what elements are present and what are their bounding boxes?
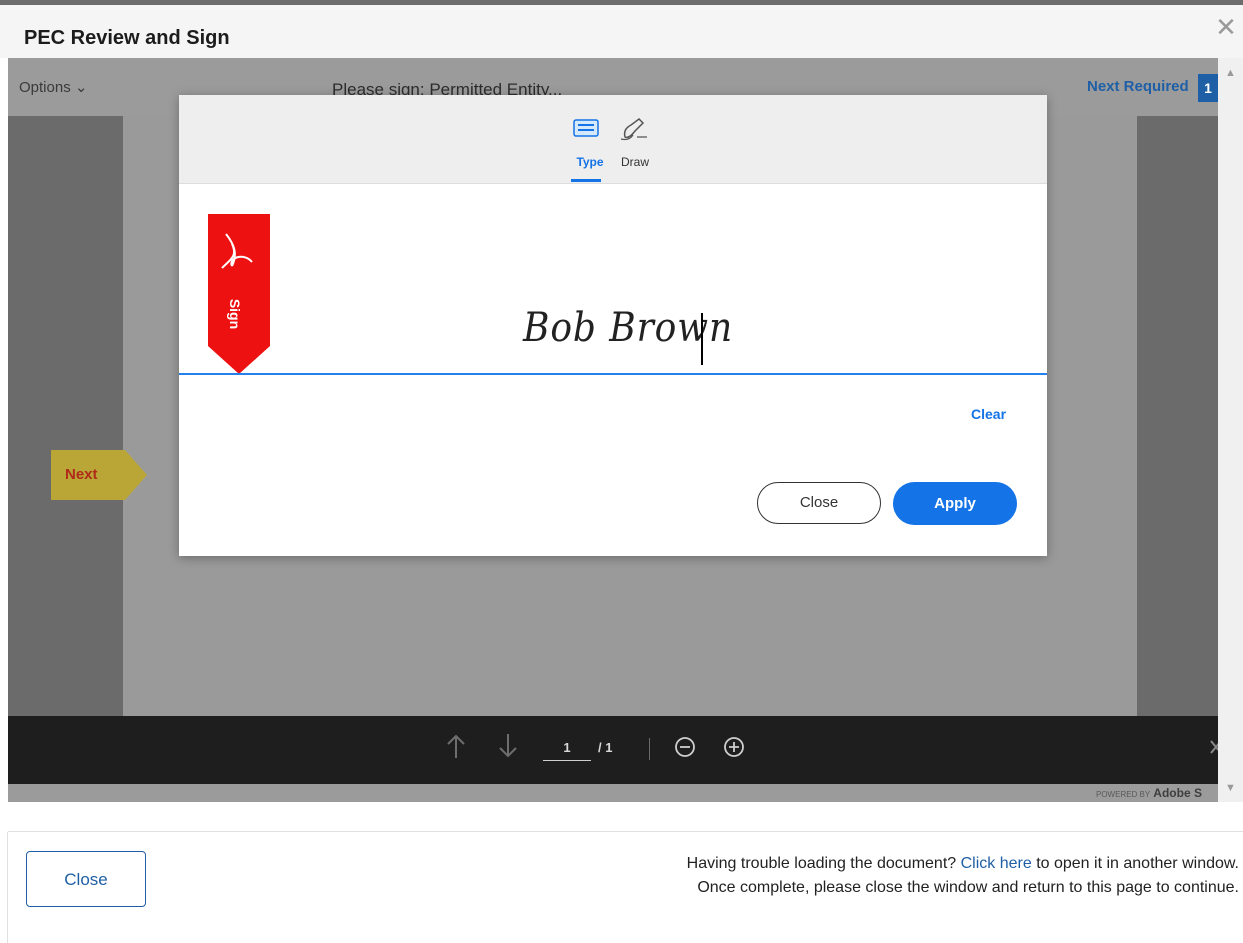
modal-header: PEC Review and Sign: [0, 0, 1243, 58]
help-line2: Once complete, please close the window a…: [697, 879, 1239, 896]
next-required-button[interactable]: Next Required: [1087, 78, 1189, 95]
dialog-close-button[interactable]: Close: [757, 482, 881, 524]
required-count-badge: 1: [1198, 74, 1218, 102]
tab-draw[interactable]: Draw: [613, 113, 657, 183]
help-text: Having trouble loading the document? Cli…: [687, 852, 1239, 900]
page-number-input[interactable]: 1: [543, 736, 591, 761]
next-field-tag[interactable]: Next: [51, 450, 147, 500]
signature-baseline: [179, 373, 1047, 375]
next-tag-label: Next: [65, 466, 98, 483]
page-total: / 1: [598, 740, 613, 755]
footer-close-button[interactable]: Close: [26, 851, 146, 907]
page-navigation-bar: 1 / 1: [8, 716, 1218, 784]
help-suffix: to open it in another window.: [1031, 855, 1239, 872]
arrow-down-icon[interactable]: [497, 732, 519, 767]
modal-title: PEC Review and Sign: [24, 27, 230, 49]
scroll-down-icon[interactable]: ▼: [1225, 782, 1236, 794]
keyboard-icon: [572, 117, 600, 144]
footer-edge: [0, 832, 8, 943]
text-cursor: [701, 313, 703, 365]
clear-button[interactable]: Clear: [971, 406, 1006, 422]
scrollbar[interactable]: [1218, 58, 1243, 802]
zoom-out-icon[interactable]: [673, 735, 697, 766]
tab-type-label: Type: [576, 155, 604, 169]
sign-flag-label: Sign: [227, 298, 244, 330]
powered-by-label: POWERED BY Adobe S: [1096, 786, 1202, 800]
signature-dialog: Type Draw Sign Bob Brown Clear Close App…: [179, 95, 1047, 556]
apply-button[interactable]: Apply: [893, 482, 1017, 525]
toolbar-divider: [649, 738, 650, 760]
powered-by-strip: POWERED BY Adobe S: [8, 784, 1218, 802]
tab-draw-label: Draw: [620, 155, 649, 169]
tab-type[interactable]: Type: [567, 113, 613, 183]
active-tab-indicator: [571, 179, 601, 182]
options-dropdown[interactable]: Options ⌄: [19, 78, 87, 96]
sign-flag: Sign: [208, 214, 270, 374]
close-icon[interactable]: [1209, 736, 1218, 764]
zoom-in-icon[interactable]: [722, 735, 746, 766]
signature-tabs: Type Draw: [179, 95, 1047, 184]
powered-brand: Adobe S: [1153, 786, 1202, 800]
modal-close-icon[interactable]: ✕: [1213, 14, 1239, 40]
footer-divider: [8, 831, 1243, 832]
help-prefix: Having trouble loading the document?: [686, 855, 961, 872]
scroll-up-icon[interactable]: ▲: [1225, 67, 1236, 79]
arrow-up-icon[interactable]: [445, 732, 467, 767]
click-here-link[interactable]: Click here: [961, 855, 1032, 872]
pen-icon: [619, 115, 649, 148]
powered-prefix: POWERED BY: [1096, 790, 1151, 799]
